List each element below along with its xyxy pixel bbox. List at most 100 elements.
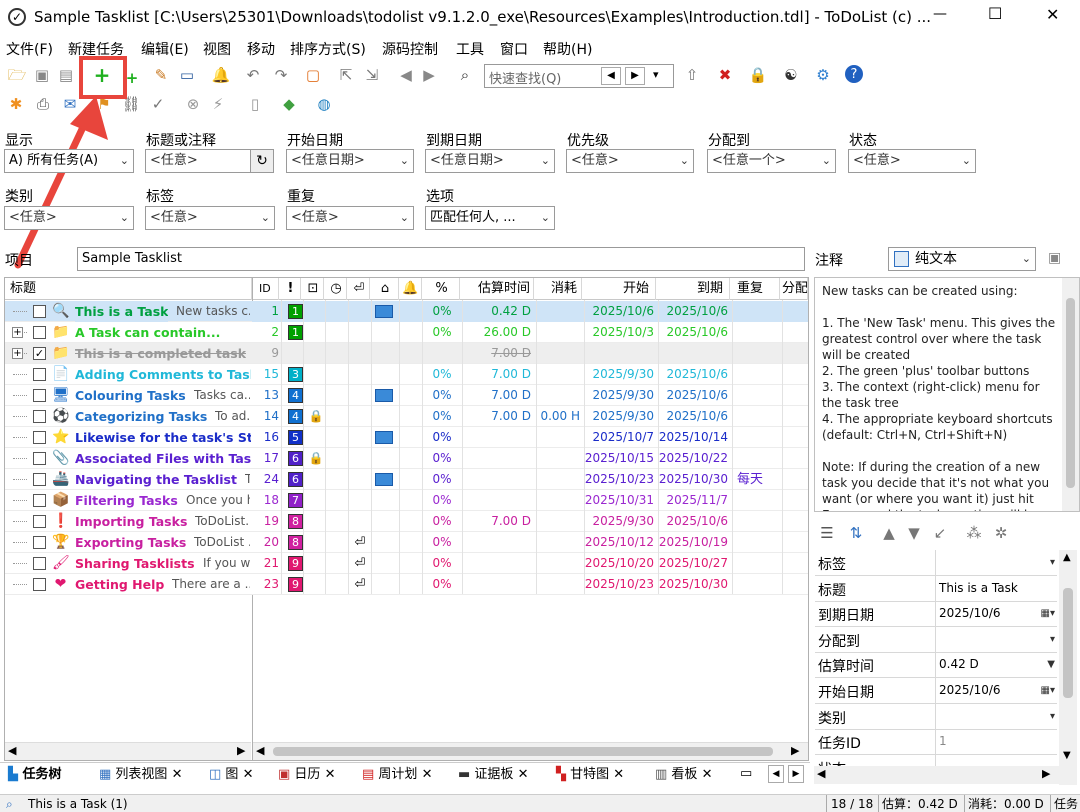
col-id[interactable]: ID	[259, 278, 279, 300]
chevron-down-icon[interactable]: ▦▾	[1041, 601, 1055, 626]
task-title[interactable]: Colouring Tasks	[75, 385, 186, 406]
priority-badge[interactable]: 8	[288, 535, 303, 550]
find-next-icon[interactable]: ▶	[625, 67, 645, 85]
close-icon[interactable]: ✕	[417, 767, 433, 782]
table-row[interactable]: 🖥 Colouring Tasks Tasks ca... 13 4 0% 7.00 D 20…	[5, 385, 808, 406]
table-row[interactable]: ⭐ Likewise for the task's St... 16 5 0% 2025/…	[5, 427, 808, 448]
attribute-row[interactable]: 到期日期 2025/10/6 ▦▾	[815, 601, 1057, 628]
attribute-value[interactable]: ▾	[935, 626, 1057, 652]
menu-help[interactable]: 帮助(H)	[543, 39, 592, 59]
task-checkbox[interactable]	[33, 578, 46, 591]
edit-pencil-icon[interactable]: ✎	[151, 65, 171, 85]
table-row[interactable]: ❗ Importing Tasks ToDoList... 19 8 0% 7.00 D 20…	[5, 511, 808, 532]
priority-badge[interactable]: 8	[288, 514, 303, 529]
collapse-all-icon[interactable]: ✲	[991, 523, 1011, 543]
scroll-icon[interactable]: ▯	[245, 94, 265, 114]
clean-broom-icon[interactable]: ✓	[148, 94, 168, 114]
filter-start-combo[interactable]: <任意日期> ⌄	[286, 149, 414, 173]
lock-icon[interactable]: 🔒	[748, 65, 768, 85]
file-link-icon[interactable]	[375, 431, 393, 444]
task-title[interactable]: This is a Task	[75, 301, 169, 322]
priority-badge[interactable]: 3	[288, 367, 303, 382]
menu-window[interactable]: 窗口	[500, 39, 528, 59]
table-row[interactable]: + 📁 A Task can contain... 2 1 0% 26.00 D 2025/1…	[5, 322, 808, 343]
task-title[interactable]: Navigating the Tasklist	[75, 469, 237, 490]
priority-badge[interactable]: 5	[288, 430, 303, 445]
tabs-scroll-right-icon[interactable]: ▶	[788, 765, 804, 783]
scroll-right-icon[interactable]: ▶	[1042, 767, 1050, 780]
attribute-value[interactable]: 2025/10/6 ▦▾	[935, 601, 1057, 627]
close-icon[interactable]: ✕	[609, 767, 624, 782]
filter-category-combo[interactable]: <任意> ⌄	[4, 206, 134, 230]
filter-tags-combo[interactable]: <任意> ⌄	[145, 206, 275, 230]
col-due[interactable]: 到期	[658, 278, 730, 300]
close-icon[interactable]: ✕	[167, 767, 183, 782]
task-title[interactable]: Categorizing Tasks	[75, 406, 207, 427]
task-title[interactable]: Likewise for the task's St...	[75, 427, 251, 448]
scroll-thumb[interactable]	[1063, 588, 1073, 698]
chevron-down-icon[interactable]: ▾	[1050, 704, 1055, 729]
task-title[interactable]: Adding Comments to Tasks	[75, 364, 251, 385]
cancel-circle-icon[interactable]: ⊗	[183, 94, 203, 114]
attributes-hscrollbar[interactable]: ◀ ▶	[814, 766, 1059, 784]
move-up-icon[interactable]: ▲	[879, 523, 899, 543]
chevron-down-icon[interactable]: ▼	[1047, 652, 1055, 677]
priority-badge[interactable]: 4	[288, 388, 303, 403]
priority-badge[interactable]: 9	[288, 577, 303, 592]
task-checkbox[interactable]	[33, 536, 46, 549]
attribute-value[interactable]: This is a Task	[935, 575, 1057, 601]
menu-sort[interactable]: 排序方式(S)	[290, 39, 366, 59]
task-checkbox[interactable]	[33, 515, 46, 528]
table-row[interactable]: 📦 Filtering Tasks Once you h... 18 7 0% 2025/1…	[5, 490, 808, 511]
scroll-left-icon[interactable]: ◀	[817, 767, 825, 780]
more-tab-icon[interactable]: ▭	[740, 766, 752, 781]
reminder-bell-icon[interactable]: 🔔	[211, 65, 231, 85]
task-title[interactable]: Exporting Tasks	[75, 532, 186, 553]
attribute-value[interactable]: 1	[935, 729, 1057, 755]
task-title[interactable]: Sharing Tasklists	[75, 553, 195, 574]
tab-gantt[interactable]: ▚ 甘特图 ✕	[556, 764, 624, 786]
scroll-thumb[interactable]	[273, 747, 773, 756]
col-estimate[interactable]: 估算时间	[462, 278, 534, 300]
file-link-icon[interactable]	[375, 389, 393, 402]
notes-save-icon[interactable]: ▣	[1048, 250, 1061, 266]
task-checkbox[interactable]: ✓	[33, 347, 46, 360]
col-file-icon[interactable]: ⌂	[372, 278, 399, 300]
filter-priority-combo[interactable]: <任意> ⌄	[566, 149, 694, 173]
close-icon[interactable]: ✕	[697, 767, 713, 782]
tag-icon[interactable]: ◆	[279, 94, 299, 114]
col-clock-icon[interactable]: ◷	[326, 278, 347, 300]
task-checkbox[interactable]	[33, 410, 46, 423]
flash-icon[interactable]: ⚡	[208, 94, 228, 114]
tree-hscrollbar[interactable]: ◀ ▶	[5, 742, 251, 760]
scroll-down-icon[interactable]: ▼	[1063, 750, 1071, 761]
close-icon[interactable]: ✕	[238, 767, 254, 782]
filter-assigned-combo[interactable]: <任意一个> ⌄	[707, 149, 836, 173]
task-checkbox[interactable]	[33, 389, 46, 402]
table-row[interactable]: ⚽ Categorizing Tasks To ad... 14 4 🔒 0% 7.00 D 0…	[5, 406, 808, 427]
attribute-row[interactable]: 开始日期 2025/10/6 ▦▾	[815, 678, 1057, 704]
undo-icon[interactable]: ↶	[243, 65, 263, 85]
notes-text[interactable]: New tasks can be created using: 1. The '…	[822, 283, 1056, 511]
attribute-value[interactable]: 0.42 D ▼	[935, 652, 1057, 678]
menu-move[interactable]: 移动	[247, 39, 275, 59]
maximize-button[interactable]: ☐	[988, 4, 1002, 23]
grid-hscrollbar[interactable]: ◀ ▶	[253, 742, 808, 760]
globe-icon[interactable]: ◍	[314, 94, 334, 114]
chevron-down-icon[interactable]: ▾	[1050, 550, 1055, 575]
delete-task-icon[interactable]: ✖	[715, 65, 735, 85]
close-icon[interactable]: ✕	[320, 767, 336, 782]
tab-calendar[interactable]: ▣ 日历 ✕	[278, 764, 335, 786]
col-reminder-icon[interactable]: 🔔	[400, 278, 422, 300]
priority-badge[interactable]: 9	[288, 556, 303, 571]
file-link-icon[interactable]	[375, 473, 393, 486]
filter-show-combo[interactable]: A) 所有任务(A) ⌄	[4, 149, 134, 173]
list-icon[interactable]: ☰	[817, 523, 837, 543]
col-depends-icon[interactable]: ⏎	[349, 278, 370, 300]
menu-tools[interactable]: 工具	[456, 39, 484, 59]
style-yin-yang-icon[interactable]: ☯	[781, 65, 801, 85]
goto-parent-icon[interactable]: ⇧	[682, 65, 702, 85]
attributes-scrollbar[interactable]: ▲ ▼	[1059, 550, 1077, 785]
priority-badge[interactable]: 6	[288, 451, 303, 466]
menu-edit[interactable]: 编辑(E)	[141, 39, 189, 59]
